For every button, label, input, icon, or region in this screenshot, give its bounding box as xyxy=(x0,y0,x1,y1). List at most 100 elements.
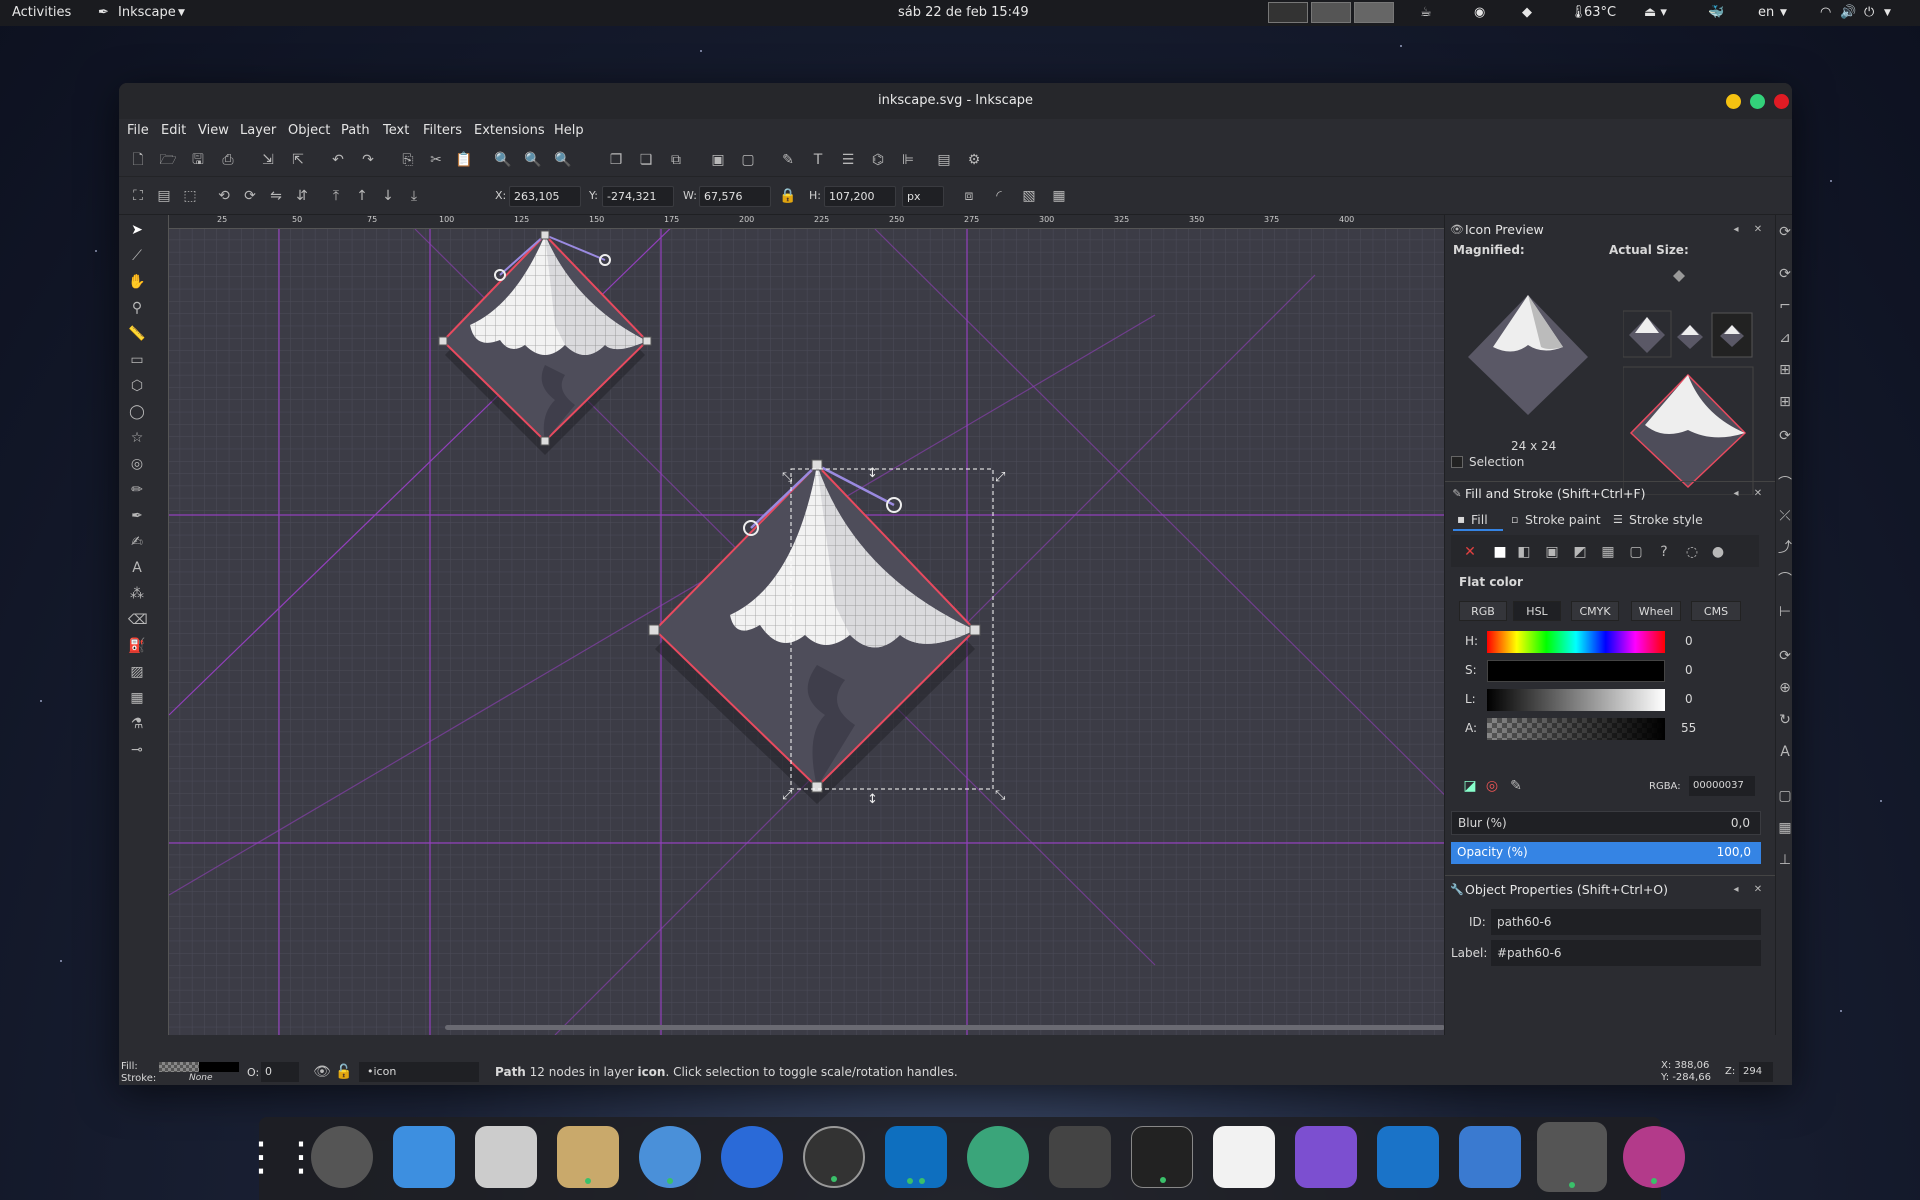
flat-color-icon[interactable]: ■ xyxy=(1491,543,1509,561)
preferences-icon[interactable]: ⚙ xyxy=(965,151,983,169)
align-distribute-icon[interactable]: ⊫ xyxy=(899,151,917,169)
layer-select[interactable]: •icon xyxy=(359,1062,479,1082)
radial-gradient-icon[interactable]: ▣ xyxy=(1543,543,1561,561)
a-value[interactable]: 55 xyxy=(1681,721,1696,735)
menu-help[interactable]: Help xyxy=(554,123,584,138)
unlink-clone-icon[interactable]: ⧉ xyxy=(667,151,685,169)
tab-fill[interactable]: ▪ Fill xyxy=(1453,511,1503,531)
h-value[interactable]: 0 xyxy=(1685,634,1693,648)
linear-gradient-icon[interactable]: ◧ xyxy=(1515,543,1533,561)
x-field[interactable]: 263,105 xyxy=(509,186,581,207)
scale-stroke-icon[interactable]: ⧈ xyxy=(960,187,978,205)
group-icon[interactable]: ▣ xyxy=(709,151,727,169)
inkscape-app-icon-dock[interactable] xyxy=(1537,1122,1607,1192)
swatch-icon[interactable]: ▢ xyxy=(1627,543,1645,561)
ungroup-icon[interactable]: ▢ xyxy=(739,151,757,169)
redo-icon[interactable]: ↷ xyxy=(359,151,377,169)
calligraphy-tool-icon[interactable]: ✍ xyxy=(128,533,146,551)
detach-icon[interactable]: ◂ xyxy=(1727,485,1745,503)
copy-icon[interactable]: ⎘ xyxy=(399,151,417,169)
raise-top-icon[interactable]: ⤒ xyxy=(327,187,345,205)
y-field[interactable]: -274,321 xyxy=(602,186,674,207)
workspace-3[interactable] xyxy=(1354,2,1394,23)
text-tool-icon[interactable]: A xyxy=(128,559,146,577)
saturation-slider[interactable] xyxy=(1487,660,1665,682)
hex-editor-app-icon[interactable] xyxy=(1049,1126,1111,1188)
fill-swatch-opaque[interactable] xyxy=(199,1062,239,1072)
id-field[interactable]: path60-6 xyxy=(1491,909,1761,935)
h-field[interactable]: 107,200 xyxy=(824,186,896,207)
workspace-1[interactable] xyxy=(1268,2,1308,23)
print-icon[interactable]: ⎙ xyxy=(219,151,237,169)
snap-path-icon[interactable]: ⌒ xyxy=(1776,475,1792,493)
menu-layer[interactable]: Layer xyxy=(240,123,276,138)
snap-toggle-icon[interactable]: ⟳ xyxy=(1776,223,1792,241)
mode-cmyk[interactable]: CMYK xyxy=(1571,601,1619,621)
virtualbox-app-icon[interactable] xyxy=(1459,1126,1521,1188)
horizontal-ruler[interactable]: 25 50 75 100 125 150 175 200 225 250 275… xyxy=(155,215,1505,229)
fill-rule-evenodd-icon[interactable]: ◌ xyxy=(1683,543,1701,561)
clone-icon[interactable]: ❏ xyxy=(637,151,655,169)
menu-path[interactable]: Path xyxy=(341,123,370,138)
tweak-tool-icon[interactable]: ✋ xyxy=(128,273,146,291)
w-field[interactable]: 67,576 xyxy=(699,186,771,207)
downloader-app-icon[interactable] xyxy=(393,1126,455,1188)
title-bar[interactable]: inkscape.svg - Inkscape xyxy=(119,83,1792,119)
fill-rule-nonzero-icon[interactable]: ● xyxy=(1709,543,1727,561)
xml-editor-icon[interactable]: ⌬ xyxy=(869,151,887,169)
snap-text-baseline-icon[interactable]: A xyxy=(1776,743,1792,761)
pattern-icon[interactable]: ▦ xyxy=(1599,543,1617,561)
fill-stroke-icon[interactable]: ✎ xyxy=(779,151,797,169)
mode-rgb[interactable]: RGB xyxy=(1459,601,1507,621)
layers-icon[interactable]: ☰ xyxy=(839,151,857,169)
scale-corners-icon[interactable]: ◜ xyxy=(990,187,1008,205)
lower-icon[interactable]: ↓ xyxy=(379,187,397,205)
lightness-slider[interactable] xyxy=(1487,689,1665,711)
hue-slider[interactable] xyxy=(1487,631,1665,653)
tweaks-app-icon[interactable] xyxy=(475,1126,537,1188)
box-3d-tool-icon[interactable]: ⬡ xyxy=(128,377,146,395)
tab-stroke-style[interactable]: ☰ Stroke style xyxy=(1609,511,1719,531)
unit-select[interactable]: px xyxy=(902,186,944,207)
wifi-icon[interactable]: ◠ xyxy=(1820,5,1831,20)
volume-icon[interactable]: 🔊 xyxy=(1840,5,1856,20)
rotate-cw-icon[interactable]: ⟳ xyxy=(241,187,259,205)
close-panel-icon[interactable]: ✕ xyxy=(1749,221,1767,239)
detach-icon[interactable]: ◂ xyxy=(1727,881,1745,899)
chromium-app-icon[interactable] xyxy=(639,1126,701,1188)
node-tool-icon[interactable]: ⟋ xyxy=(128,247,146,265)
star-tool-icon[interactable]: ☆ xyxy=(128,429,146,447)
app-grid-icon[interactable]: ⋮⋮⋮ xyxy=(241,1126,361,1188)
unset-paint-icon[interactable]: ? xyxy=(1655,543,1673,561)
files-app-icon[interactable] xyxy=(557,1126,619,1188)
canvas-drawing[interactable]: ⤡ ↕ ⤢ ⤢ ↕ ⤡ xyxy=(155,215,1505,1035)
simplenote-app-icon[interactable] xyxy=(803,1126,865,1188)
eject-icon[interactable]: ⏏ ▾ xyxy=(1644,5,1667,20)
opacity-slider[interactable]: Opacity (%) 100,0 xyxy=(1451,842,1761,864)
fill-swatch[interactable] xyxy=(159,1062,199,1072)
stroke-value[interactable]: None xyxy=(189,1073,212,1083)
coffee-icon[interactable]: ☕ xyxy=(1420,5,1432,20)
tab-stroke-paint[interactable]: ▫ Stroke paint xyxy=(1507,511,1607,531)
snap-intersection-icon[interactable]: ⤫ xyxy=(1776,507,1792,525)
menu-extensions[interactable]: Extensions xyxy=(474,123,545,138)
zoom-selection-icon[interactable]: 🔍 xyxy=(494,151,512,169)
canvas[interactable]: ⤡ ↕ ⤢ ⤢ ↕ ⤡ 25 50 75 100 125 150 175 200… xyxy=(155,215,1505,1035)
save-icon[interactable]: 🖫 xyxy=(189,151,207,169)
lower-bottom-icon[interactable]: ⤓ xyxy=(405,187,423,205)
zoom-field[interactable]: 294 xyxy=(1739,1062,1773,1082)
typora-app-icon[interactable] xyxy=(1213,1126,1275,1188)
new-document-icon[interactable]: 🗋 xyxy=(129,151,147,169)
export-icon[interactable]: ⇱ xyxy=(289,151,307,169)
select-all-layers-icon[interactable]: ▤ xyxy=(155,187,173,205)
vscode-app-icon[interactable] xyxy=(885,1126,947,1188)
snap-cusp-icon[interactable]: ⤴ xyxy=(1776,539,1792,557)
minimize-button[interactable] xyxy=(1726,94,1741,109)
snap-nodes-icon[interactable]: ⟳ xyxy=(1776,427,1792,445)
eraser-tool-icon[interactable]: ⌫ xyxy=(128,611,148,629)
duplicate-icon[interactable]: ❐ xyxy=(607,151,625,169)
no-paint-icon[interactable]: ✕ xyxy=(1461,543,1479,561)
connector-tool-icon[interactable]: ⊸ xyxy=(128,741,146,759)
docker-icon[interactable]: 🐳 xyxy=(1708,5,1724,20)
snap-rotation-center-icon[interactable]: ↻ xyxy=(1776,711,1792,729)
